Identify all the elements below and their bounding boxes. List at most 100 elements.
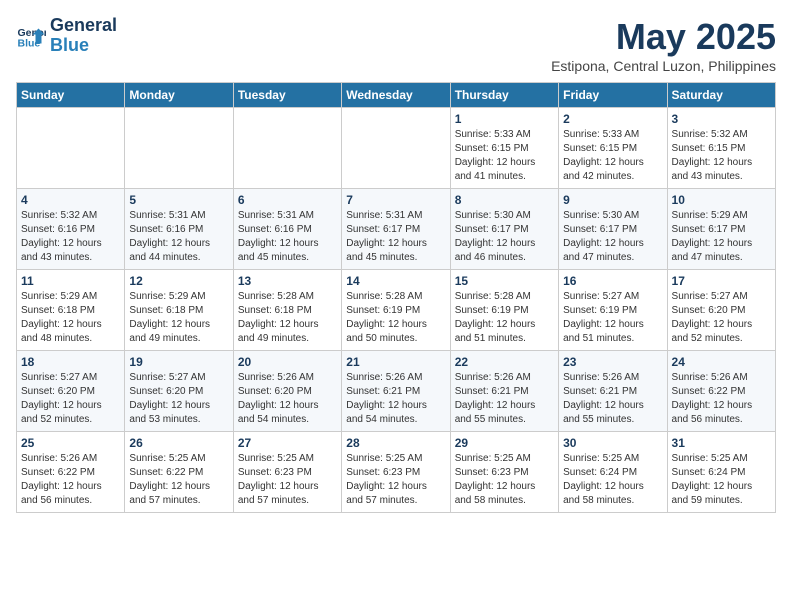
calendar-week-4: 18 Sunrise: 5:27 AM Sunset: 6:20 PM Dayli… (17, 351, 776, 432)
day-info: Sunrise: 5:33 AM Sunset: 6:15 PM Dayligh… (455, 128, 554, 184)
day-info: Sunrise: 5:27 AM Sunset: 6:19 PM Dayligh… (563, 290, 662, 346)
calendar-cell: 18 Sunrise: 5:27 AM Sunset: 6:20 PM Dayli… (17, 351, 125, 432)
day-number: 9 (563, 193, 662, 207)
calendar-cell: 23 Sunrise: 5:26 AM Sunset: 6:21 PM Dayli… (559, 351, 667, 432)
day-info: Sunrise: 5:31 AM Sunset: 6:17 PM Dayligh… (346, 209, 445, 265)
day-number: 10 (672, 193, 771, 207)
calendar-cell: 16Sunrise: 5:27 AM Sunset: 6:19 PM Dayli… (559, 270, 667, 351)
calendar-cell (125, 108, 233, 189)
day-info: Sunrise: 5:32 AM Sunset: 6:15 PM Dayligh… (672, 128, 771, 184)
day-info: Sunrise: 5:26 AM Sunset: 6:21 PM Dayligh… (346, 371, 445, 427)
month-year-title: May 2025 (551, 16, 776, 58)
day-number: 24 (672, 355, 771, 369)
calendar-header-row: SundayMondayTuesdayWednesdayThursdayFrid… (17, 83, 776, 108)
day-number: 4 (21, 193, 120, 207)
header-day-wednesday: Wednesday (342, 83, 450, 108)
header-day-monday: Monday (125, 83, 233, 108)
day-info: Sunrise: 5:26 AM Sunset: 6:21 PM Dayligh… (563, 371, 662, 427)
calendar-cell: 27Sunrise: 5:25 AM Sunset: 6:23 PM Dayli… (233, 432, 341, 513)
title-area: May 2025 Estipona, Central Luzon, Philip… (551, 16, 776, 74)
calendar-cell: 9 Sunrise: 5:30 AM Sunset: 6:17 PM Daylig… (559, 189, 667, 270)
day-info: Sunrise: 5:29 AM Sunset: 6:18 PM Dayligh… (129, 290, 228, 346)
calendar-cell (342, 108, 450, 189)
calendar-cell: 29 Sunrise: 5:25 AM Sunset: 6:23 PM Dayli… (450, 432, 558, 513)
calendar-cell: 5 Sunrise: 5:31 AM Sunset: 6:16 PM Daylig… (125, 189, 233, 270)
calendar-cell: 19 Sunrise: 5:27 AM Sunset: 6:20 PM Dayli… (125, 351, 233, 432)
calendar-cell (17, 108, 125, 189)
day-number: 19 (129, 355, 228, 369)
calendar-week-3: 11 Sunrise: 5:29 AM Sunset: 6:18 PM Dayli… (17, 270, 776, 351)
calendar-cell: 15 Sunrise: 5:28 AM Sunset: 6:19 PM Dayli… (450, 270, 558, 351)
day-info: Sunrise: 5:25 AM Sunset: 6:23 PM Dayligh… (455, 452, 554, 508)
calendar-cell: 6 Sunrise: 5:31 AM Sunset: 6:16 PM Daylig… (233, 189, 341, 270)
calendar-cell: 30Sunrise: 5:25 AM Sunset: 6:24 PM Dayli… (559, 432, 667, 513)
day-number: 5 (129, 193, 228, 207)
calendar-cell: 31 Sunrise: 5:25 AM Sunset: 6:24 PM Dayli… (667, 432, 775, 513)
day-number: 22 (455, 355, 554, 369)
calendar-cell: 4Sunrise: 5:32 AM Sunset: 6:16 PM Daylig… (17, 189, 125, 270)
day-number: 11 (21, 274, 120, 288)
day-number: 1 (455, 112, 554, 126)
day-number: 29 (455, 436, 554, 450)
day-number: 3 (672, 112, 771, 126)
calendar-cell: 21 Sunrise: 5:26 AM Sunset: 6:21 PM Dayli… (342, 351, 450, 432)
day-number: 12 (129, 274, 228, 288)
day-number: 8 (455, 193, 554, 207)
day-info: Sunrise: 5:27 AM Sunset: 6:20 PM Dayligh… (129, 371, 228, 427)
day-info: Sunrise: 5:29 AM Sunset: 6:18 PM Dayligh… (21, 290, 120, 346)
calendar-cell (233, 108, 341, 189)
day-info: Sunrise: 5:33 AM Sunset: 6:15 PM Dayligh… (563, 128, 662, 184)
day-info: Sunrise: 5:26 AM Sunset: 6:20 PM Dayligh… (238, 371, 337, 427)
header-day-friday: Friday (559, 83, 667, 108)
page-header: General Blue General Blue May 2025 Estip… (16, 16, 776, 74)
calendar-cell: 13Sunrise: 5:28 AM Sunset: 6:18 PM Dayli… (233, 270, 341, 351)
day-info: Sunrise: 5:29 AM Sunset: 6:17 PM Dayligh… (672, 209, 771, 265)
day-info: Sunrise: 5:28 AM Sunset: 6:19 PM Dayligh… (455, 290, 554, 346)
header-day-thursday: Thursday (450, 83, 558, 108)
day-number: 23 (563, 355, 662, 369)
day-info: Sunrise: 5:31 AM Sunset: 6:16 PM Dayligh… (238, 209, 337, 265)
calendar-week-5: 25 Sunrise: 5:26 AM Sunset: 6:22 PM Dayli… (17, 432, 776, 513)
day-info: Sunrise: 5:30 AM Sunset: 6:17 PM Dayligh… (563, 209, 662, 265)
day-info: Sunrise: 5:25 AM Sunset: 6:22 PM Dayligh… (129, 452, 228, 508)
day-number: 26 (129, 436, 228, 450)
calendar-cell: 20 Sunrise: 5:26 AM Sunset: 6:20 PM Dayli… (233, 351, 341, 432)
location-subtitle: Estipona, Central Luzon, Philippines (551, 58, 776, 74)
day-number: 31 (672, 436, 771, 450)
day-info: Sunrise: 5:27 AM Sunset: 6:20 PM Dayligh… (21, 371, 120, 427)
day-info: Sunrise: 5:25 AM Sunset: 6:24 PM Dayligh… (672, 452, 771, 508)
day-number: 14 (346, 274, 445, 288)
header-day-tuesday: Tuesday (233, 83, 341, 108)
day-number: 2 (563, 112, 662, 126)
calendar-cell: 2 Sunrise: 5:33 AM Sunset: 6:15 PM Daylig… (559, 108, 667, 189)
day-number: 27 (238, 436, 337, 450)
day-info: Sunrise: 5:26 AM Sunset: 6:21 PM Dayligh… (455, 371, 554, 427)
day-info: Sunrise: 5:28 AM Sunset: 6:18 PM Dayligh… (238, 290, 337, 346)
calendar-week-2: 4Sunrise: 5:32 AM Sunset: 6:16 PM Daylig… (17, 189, 776, 270)
day-number: 21 (346, 355, 445, 369)
day-number: 20 (238, 355, 337, 369)
day-number: 6 (238, 193, 337, 207)
logo-text: General Blue (50, 16, 117, 56)
calendar-table: SundayMondayTuesdayWednesdayThursdayFrid… (16, 82, 776, 513)
day-info: Sunrise: 5:30 AM Sunset: 6:17 PM Dayligh… (455, 209, 554, 265)
header-day-saturday: Saturday (667, 83, 775, 108)
calendar-cell: 7 Sunrise: 5:31 AM Sunset: 6:17 PM Daylig… (342, 189, 450, 270)
calendar-cell: 1 Sunrise: 5:33 AM Sunset: 6:15 PM Daylig… (450, 108, 558, 189)
day-number: 15 (455, 274, 554, 288)
calendar-cell: 11 Sunrise: 5:29 AM Sunset: 6:18 PM Dayli… (17, 270, 125, 351)
day-info: Sunrise: 5:26 AM Sunset: 6:22 PM Dayligh… (672, 371, 771, 427)
day-number: 7 (346, 193, 445, 207)
day-info: Sunrise: 5:26 AM Sunset: 6:22 PM Dayligh… (21, 452, 120, 508)
day-info: Sunrise: 5:25 AM Sunset: 6:23 PM Dayligh… (346, 452, 445, 508)
day-info: Sunrise: 5:28 AM Sunset: 6:19 PM Dayligh… (346, 290, 445, 346)
header-day-sunday: Sunday (17, 83, 125, 108)
day-number: 25 (21, 436, 120, 450)
calendar-cell: 17Sunrise: 5:27 AM Sunset: 6:20 PM Dayli… (667, 270, 775, 351)
day-info: Sunrise: 5:31 AM Sunset: 6:16 PM Dayligh… (129, 209, 228, 265)
day-number: 30 (563, 436, 662, 450)
calendar-cell: 12 Sunrise: 5:29 AM Sunset: 6:18 PM Dayli… (125, 270, 233, 351)
calendar-cell: 26 Sunrise: 5:25 AM Sunset: 6:22 PM Dayli… (125, 432, 233, 513)
logo: General Blue General Blue (16, 16, 117, 56)
day-number: 18 (21, 355, 120, 369)
